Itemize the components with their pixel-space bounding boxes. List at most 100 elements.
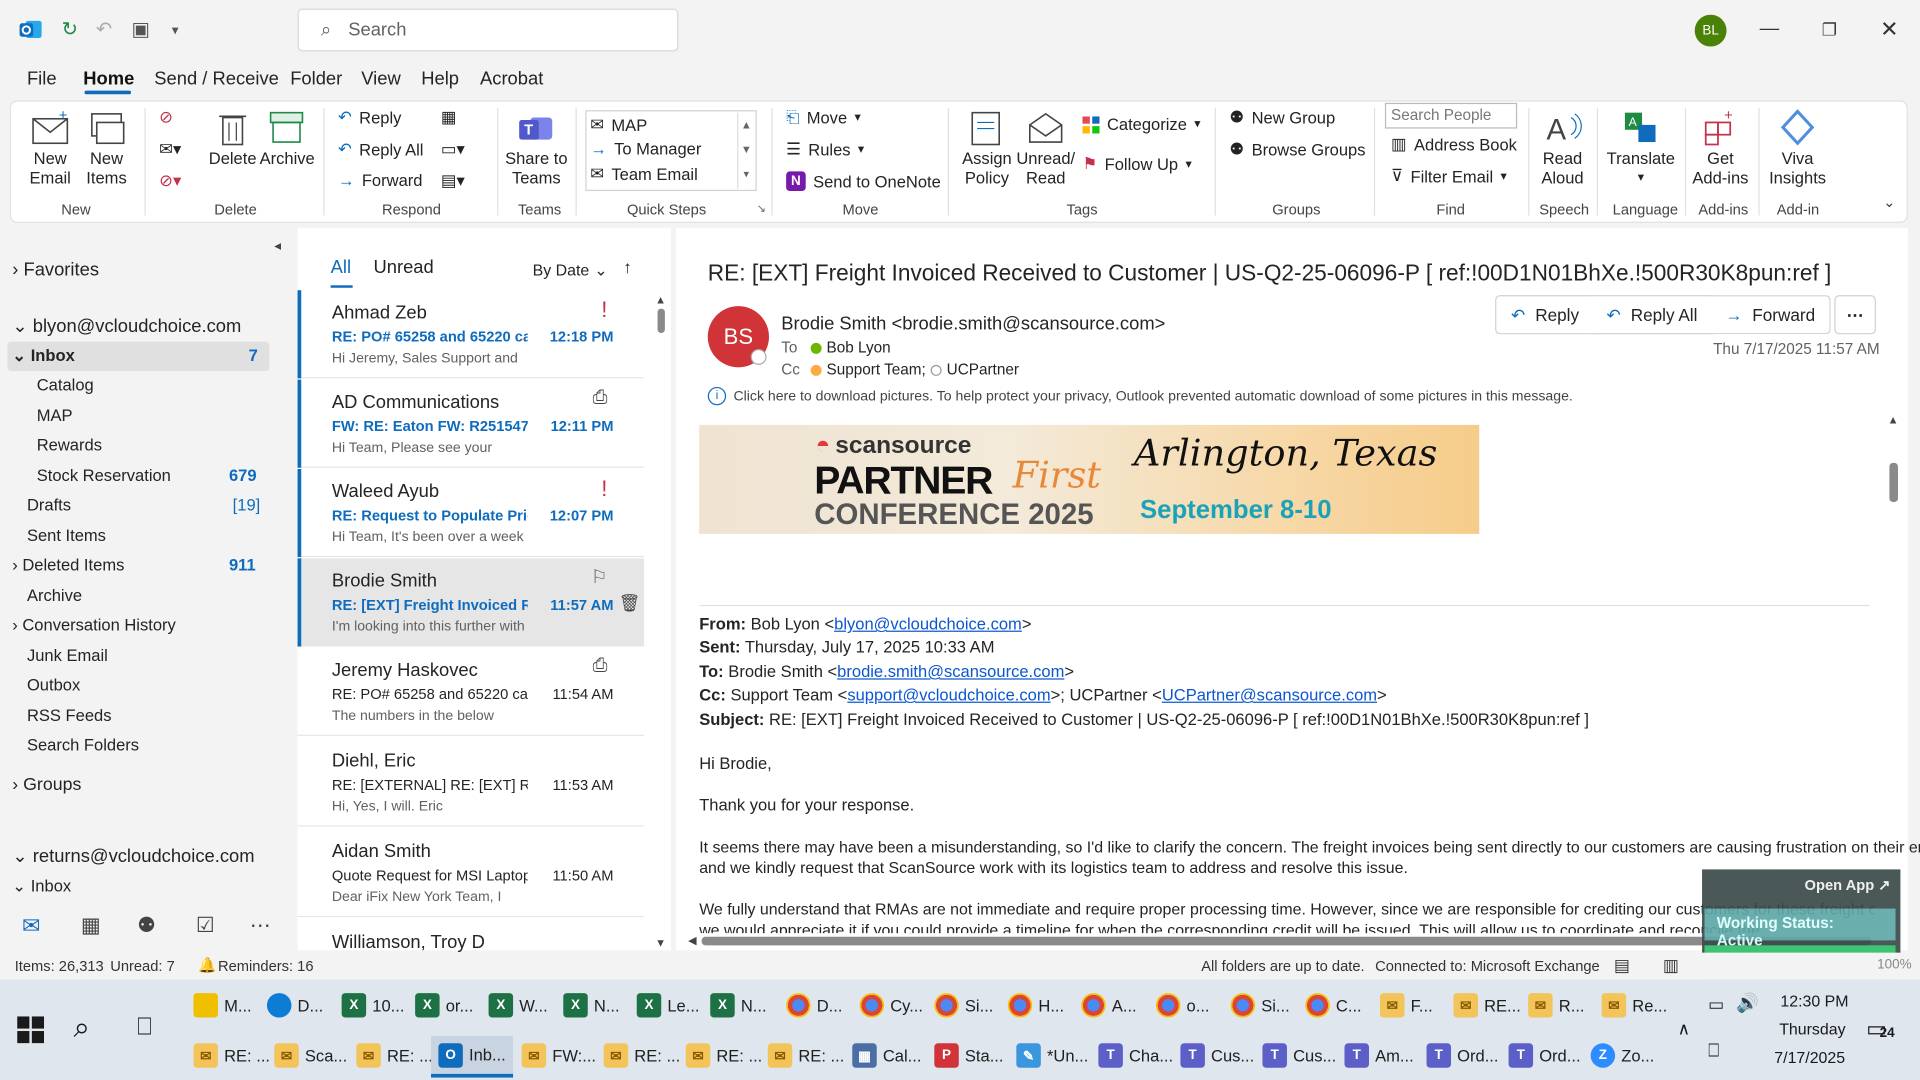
taskbar-app[interactable]: ✉ RE: ...	[767, 1043, 844, 1068]
cleanup-button[interactable]: ✉▾	[159, 140, 181, 160]
viva-insights-button[interactable]: Viva Insights	[1766, 108, 1830, 189]
tab-unread[interactable]: Unread	[373, 257, 433, 278]
more-apps-icon[interactable]: ⋯	[250, 913, 271, 937]
clock-date[interactable]: 7/17/2025	[1774, 1048, 1845, 1066]
taskbar-app[interactable]: X N...	[563, 993, 620, 1018]
new-items-button[interactable]: New Items	[78, 108, 134, 189]
folder-map[interactable]: MAP	[37, 407, 73, 425]
tasks-icon[interactable]: ☑	[196, 913, 215, 937]
quick-step-team-email[interactable]: ✉ Team Email	[590, 164, 698, 184]
folder-rss-feeds[interactable]: RSS Feeds	[27, 707, 112, 725]
folder-inbox2[interactable]: ⌄ Inbox	[12, 877, 71, 897]
search-box[interactable]: ⌕ Search	[297, 8, 679, 52]
window-layout-icon[interactable]: ▣	[127, 16, 154, 43]
taskbar-app[interactable]: X 10...	[341, 993, 404, 1018]
folder-inbox[interactable]: ⌄ Inbox	[12, 347, 75, 367]
scroll-left-icon[interactable]: ◀	[688, 934, 696, 947]
status-reminders[interactable]: Reminders: 16	[218, 958, 314, 975]
reading-view-icon[interactable]: ▥	[1663, 955, 1679, 976]
new-group-button[interactable]: ⚉ New Group	[1229, 108, 1335, 128]
taskbar-app[interactable]: D...	[786, 993, 842, 1018]
taskbar-app[interactable]: X N...	[710, 993, 767, 1018]
folder-search-folders[interactable]: Search Folders	[27, 736, 139, 754]
sort-direction-icon[interactable]: ↑	[623, 257, 632, 277]
categorize-button[interactable]: Categorize ▾	[1082, 115, 1200, 133]
ignore-button[interactable]: ⊘	[159, 108, 173, 128]
list-item[interactable]: Jeremy Haskovec RE: PO# 65258 and 65220 …	[297, 647, 645, 736]
taskbar-app[interactable]: M...	[193, 993, 252, 1018]
mail-icon[interactable]: ✉	[22, 913, 40, 939]
more-actions-icon[interactable]: ⋯	[1834, 295, 1876, 335]
address-book-button[interactable]: ▥ Address Book	[1391, 135, 1517, 155]
list-item[interactable]: Williamson, Troy D	[297, 919, 645, 953]
quick-steps-launcher-icon[interactable]: ↘	[757, 202, 766, 215]
customize-toolbar-icon[interactable]: ▾	[162, 16, 189, 43]
taskbar-app[interactable]: A...	[1081, 993, 1137, 1018]
menu-folder[interactable]: Folder	[290, 69, 342, 90]
folder-archive[interactable]: Archive	[27, 587, 82, 605]
groups-header[interactable]: › Groups	[12, 775, 81, 795]
taskbar-app[interactable]: D...	[266, 993, 323, 1018]
folder-conversation-history[interactable]: › Conversation History	[12, 616, 176, 634]
more-respond-button[interactable]: ▤▾	[441, 171, 465, 191]
close-icon[interactable]: ✕	[1871, 12, 1908, 46]
quoted-cc-email2-link[interactable]: UCPartner@scansource.com	[1162, 686, 1377, 704]
folder-drafts[interactable]: Drafts	[27, 496, 71, 514]
download-pictures-infobar[interactable]: i Click here to download pictures. To hel…	[707, 386, 1573, 406]
taskbar-app[interactable]: P Sta...	[934, 1043, 1003, 1068]
list-item[interactable]: Waleed Ayub RE: Request to Populate Pric…	[297, 468, 645, 558]
list-item[interactable]: AD Communications FW: RE: Eaton FW: R251…	[297, 379, 645, 468]
taskbar-app[interactable]: ▦ Cal...	[852, 1043, 921, 1068]
taskbar-app[interactable]: ✉ RE...	[1453, 993, 1521, 1018]
assign-policy-button[interactable]: Assign Policy	[958, 108, 1017, 189]
filter-email-button[interactable]: ⊽ Filter Email ▾	[1391, 167, 1507, 187]
taskbar-app[interactable]: T Ord...	[1508, 1043, 1581, 1068]
taskbar-app[interactable]: T Cus...	[1262, 1043, 1336, 1068]
menu-file[interactable]: File	[27, 69, 57, 90]
favorites-header[interactable]: › Favorites	[12, 260, 99, 281]
taskbar-app[interactable]: T Cha...	[1098, 1043, 1173, 1068]
quick-step-map[interactable]: ✉ MAP	[590, 115, 647, 135]
menu-home[interactable]: Home	[83, 69, 134, 90]
email-to[interactable]: Bob Lyon	[810, 339, 891, 356]
taskbar-app[interactable]: Z Zo...	[1590, 1043, 1654, 1068]
email-from[interactable]: Brodie Smith <brodie.smith@scansource.co…	[781, 313, 1165, 334]
tab-all[interactable]: All	[331, 257, 351, 278]
open-app-button[interactable]: Open App ↗	[1805, 877, 1891, 894]
taskbar-app[interactable]: X Le...	[636, 993, 700, 1018]
reply-all-button-reading[interactable]: ↶ Reply All	[1591, 295, 1714, 335]
follow-up-button[interactable]: ⚑ Follow Up ▾	[1082, 154, 1191, 174]
scroll-up-icon[interactable]: ▲	[1886, 414, 1901, 426]
h-scroll-thumb[interactable]	[701, 936, 1872, 945]
menu-view[interactable]: View	[361, 69, 400, 90]
restore-icon[interactable]: ❐	[1811, 12, 1848, 46]
reply-button[interactable]: ↶ Reply	[338, 108, 401, 128]
read-aloud-button[interactable]: A Read Aloud	[1536, 108, 1590, 189]
email-cc[interactable]: Support Team; UCPartner	[810, 361, 1019, 378]
user-avatar[interactable]: BL	[1694, 14, 1727, 47]
scroll-down-icon[interactable]: ▼	[655, 937, 666, 949]
taskbar-app[interactable]: ✉ RE: ...	[685, 1043, 762, 1068]
show-hidden-icons-icon[interactable]: ∧	[1678, 1019, 1691, 1040]
clock-day[interactable]: Thursday	[1779, 1020, 1845, 1038]
normal-view-icon[interactable]: ▤	[1614, 955, 1630, 976]
sort-by-date[interactable]: By Date ⌄	[533, 261, 608, 281]
taskbar-app[interactable]: Si...	[934, 993, 993, 1018]
list-item[interactable]: Diehl, Eric RE: [EXTERNAL] RE: [EXT] Req…	[297, 738, 645, 827]
taskbar-app[interactable]: T Am...	[1344, 1043, 1414, 1068]
taskbar-app[interactable]: ✉ F...	[1380, 993, 1433, 1018]
taskbar-app[interactable]: T Ord...	[1426, 1043, 1499, 1068]
collapse-folder-pane-icon[interactable]: ◂	[274, 238, 281, 254]
horizontal-scrollbar[interactable]: ◀	[688, 933, 1876, 948]
taskbar-app[interactable]: Cy...	[859, 993, 923, 1018]
scroll-thumb[interactable]	[1888, 462, 1898, 503]
archive-button[interactable]: Archive	[260, 108, 315, 169]
unread-read-button[interactable]: Unread/ Read	[1016, 108, 1075, 189]
taskbar-app[interactable]: ✉ Sca...	[274, 1043, 347, 1068]
folder-junk-email[interactable]: Junk Email	[27, 647, 108, 665]
volume-icon[interactable]: 🔊	[1736, 992, 1759, 1014]
collapse-ribbon-icon[interactable]: ⌄	[1883, 193, 1895, 210]
browse-groups-button[interactable]: ⚉ Browse Groups	[1229, 140, 1365, 160]
folder-rewards[interactable]: Rewards	[37, 436, 102, 454]
folder-sent-items[interactable]: Sent Items	[27, 527, 106, 545]
